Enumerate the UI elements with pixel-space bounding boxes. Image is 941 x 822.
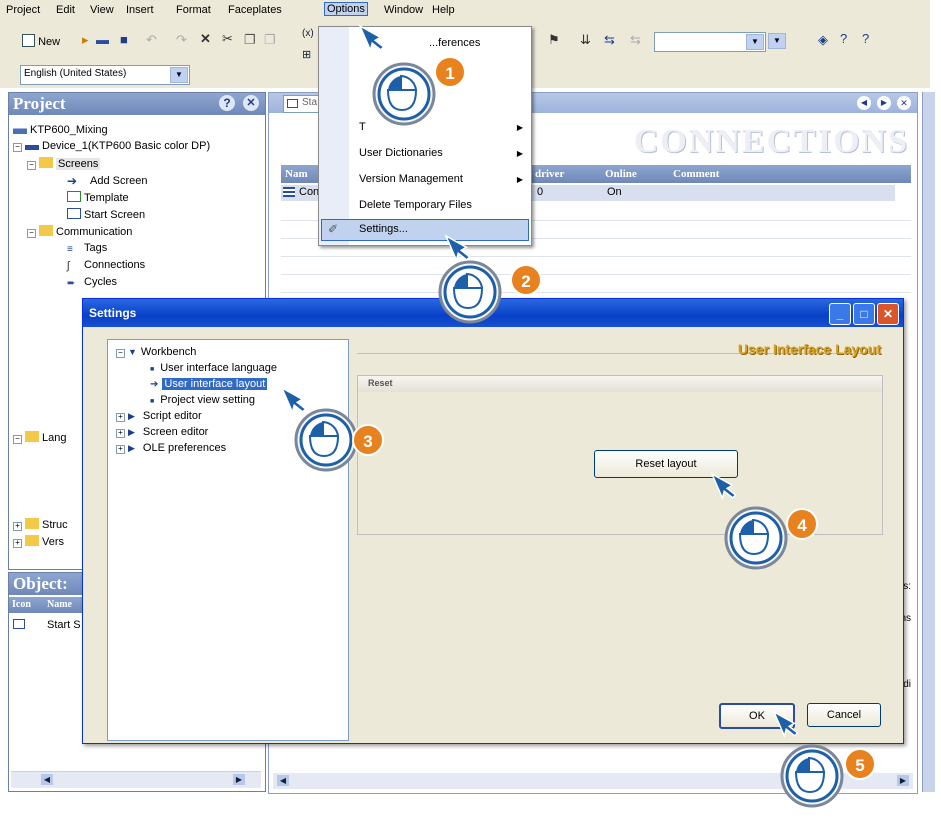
step-3-mouse-icon — [294, 408, 358, 472]
step-2-mouse-icon — [438, 260, 502, 324]
step-1-mouse-icon — [372, 62, 436, 126]
pointer-icon — [770, 705, 801, 742]
step-badge-2: 2 — [510, 264, 542, 296]
step-4-mouse-icon — [724, 506, 788, 570]
step-badge-3: 3 — [352, 424, 384, 456]
step-5-mouse-icon — [780, 744, 844, 808]
step-badge-1: 1 — [434, 56, 466, 88]
pointer-icon — [442, 229, 473, 266]
step-badge-5: 5 — [844, 748, 876, 780]
pointer-icon — [278, 381, 309, 418]
callouts-overlay — [278, 19, 844, 808]
pointer-icon — [708, 467, 739, 504]
step-badge-4: 4 — [786, 508, 818, 540]
pointer-icon — [356, 19, 387, 56]
